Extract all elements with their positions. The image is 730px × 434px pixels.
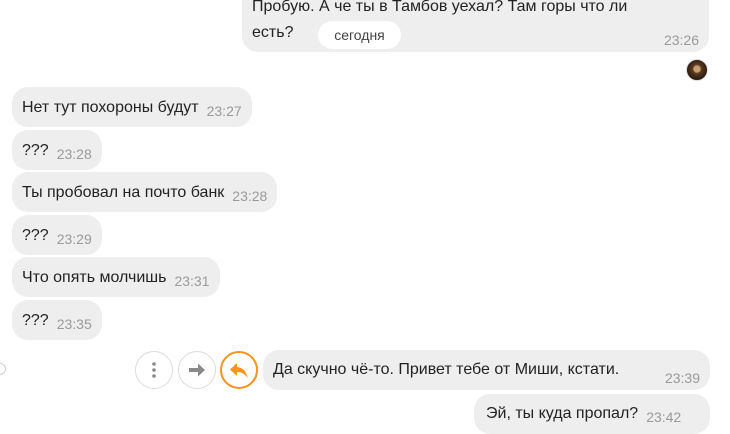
message-text-line: Пробую. А че ты в Тамбов уехал? Там горы… (252, 0, 628, 15)
more-options-button[interactable] (135, 351, 173, 389)
date-separator: сегодня (318, 21, 401, 49)
incoming-message[interactable]: ??? 23:35 (12, 300, 102, 340)
message-text: Что опять молчишь (22, 269, 167, 286)
incoming-message[interactable]: Нет тут похороны будут 23:27 (12, 87, 252, 127)
arrow-right-icon (189, 363, 205, 377)
outgoing-message[interactable]: Да скучно чё-то. Привет тебе от Миши, кс… (263, 350, 710, 390)
message-time: 23:28 (232, 188, 268, 204)
message-text: Да скучно чё-то. Привет тебе от Миши, кс… (273, 361, 620, 378)
message-time: 23:31 (174, 273, 210, 289)
message-time: 23:42 (646, 409, 682, 425)
incoming-message[interactable]: Что опять молчишь 23:31 (12, 257, 220, 297)
outgoing-message[interactable]: Пробую. А че ты в Тамбов уехал? Там горы… (242, 0, 709, 52)
outgoing-message[interactable]: Эй, ты куда пропал? 23:42 (474, 394, 710, 434)
avatar[interactable] (686, 59, 708, 81)
message-time: 23:28 (56, 146, 92, 162)
message-time: 23:29 (56, 231, 92, 247)
message-text: ??? (22, 227, 49, 244)
incoming-message[interactable]: ??? 23:29 (12, 215, 102, 255)
partial-control[interactable] (0, 363, 6, 375)
message-time: 23:26 (663, 32, 699, 48)
incoming-message[interactable]: Ты пробовал на почто банк 23:28 (12, 172, 278, 212)
message-time: 23:35 (56, 316, 92, 332)
vertical-dots-icon (152, 362, 156, 378)
reply-button[interactable] (220, 351, 258, 389)
reply-arrow-icon (230, 363, 248, 378)
message-text: Эй, ты куда пропал? (486, 405, 639, 422)
message-text: Нет тут похороны будут (22, 99, 199, 116)
incoming-message[interactable]: ??? 23:28 (12, 130, 102, 170)
message-text: Ты пробовал на почто банк (22, 184, 225, 201)
forward-button[interactable] (178, 351, 216, 389)
message-time: 23:39 (664, 370, 700, 386)
message-time: 23:27 (206, 103, 242, 119)
message-text: ??? (22, 142, 49, 159)
message-text: ??? (22, 312, 49, 329)
